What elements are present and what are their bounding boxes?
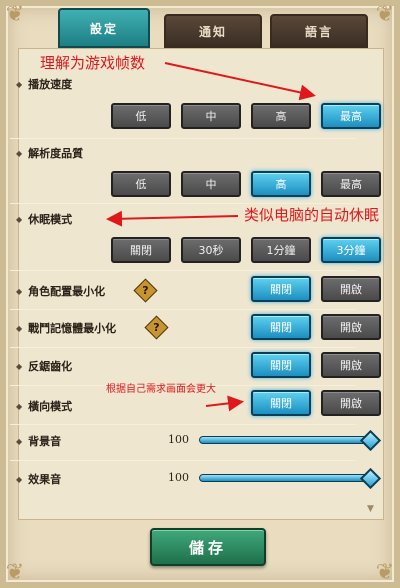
tab-notifications[interactable]: 通知 xyxy=(164,14,262,48)
corner-ornament-icon: ❦ xyxy=(375,2,395,27)
bullet-icon: ◆ xyxy=(16,214,23,224)
anti-aliasing-on-button[interactable]: 開啟 xyxy=(321,352,381,378)
divider xyxy=(10,270,356,271)
character-minimize-off-button[interactable]: 關閉 xyxy=(251,276,311,302)
battle-memory-label: ◆ 戰鬥記憶體最小化 xyxy=(16,320,116,336)
playback-speed-text: 播放速度 xyxy=(28,78,73,91)
sleep-1min-button[interactable]: 1分鐘 xyxy=(251,237,311,263)
bgm-slider-track[interactable] xyxy=(199,436,371,444)
speed-max-button[interactable]: 最高 xyxy=(321,103,381,129)
landscape-mode-label: ◆ 橫向模式 xyxy=(16,398,72,414)
sleep-mode-label: ◆ 休眠模式 xyxy=(16,211,72,227)
bullet-icon: ◆ xyxy=(16,323,23,333)
resolution-max-button[interactable]: 最高 xyxy=(321,171,381,197)
speed-medium-button[interactable]: 中 xyxy=(181,103,241,129)
resolution-label: ◆ 解析度品質 xyxy=(16,145,83,161)
corner-ornament-icon: ❦ xyxy=(375,560,395,585)
sfx-label: ◆ 效果音 xyxy=(16,471,61,487)
bgm-text: 背景音 xyxy=(28,435,62,448)
battle-memory-off-button[interactable]: 關閉 xyxy=(251,314,311,340)
character-minimize-label: ◆ 角色配置最小化 xyxy=(16,283,105,299)
speed-low-button[interactable]: 低 xyxy=(111,103,171,129)
landscape-on-button[interactable]: 開啟 xyxy=(321,390,381,416)
character-minimize-text: 角色配置最小化 xyxy=(28,285,106,298)
bullet-icon: ◆ xyxy=(16,361,23,371)
resolution-medium-button[interactable]: 中 xyxy=(181,171,241,197)
bullet-icon: ◆ xyxy=(16,286,23,296)
sfx-text: 效果音 xyxy=(28,473,62,486)
divider xyxy=(10,309,356,310)
sleep-30s-button[interactable]: 30秒 xyxy=(181,237,241,263)
bgm-value: 100 xyxy=(168,433,189,446)
resolution-text: 解析度品質 xyxy=(28,147,84,160)
sleep-mode-text: 休眠模式 xyxy=(28,213,73,226)
resolution-low-button[interactable]: 低 xyxy=(111,171,171,197)
help-mark: ? xyxy=(153,321,160,334)
annotation-auto-sleep: 类似电脑的自动休眠 xyxy=(244,206,380,224)
anti-aliasing-label: ◆ 反鋸齒化 xyxy=(16,358,72,374)
bgm-label: ◆ 背景音 xyxy=(16,433,61,449)
bullet-icon: ◆ xyxy=(16,148,23,158)
bullet-icon: ◆ xyxy=(16,474,23,484)
annotation-frame-rate: 理解为游戏帧数 xyxy=(40,54,146,72)
playback-speed-label: ◆ 播放速度 xyxy=(16,76,72,92)
divider xyxy=(10,424,356,425)
battle-memory-on-button[interactable]: 開啟 xyxy=(321,314,381,340)
sfx-slider-track[interactable] xyxy=(199,474,371,482)
resolution-high-button[interactable]: 高 xyxy=(251,171,311,197)
corner-ornament-icon: ❦ xyxy=(5,2,25,27)
scroll-down-icon[interactable]: ▼ xyxy=(367,504,374,514)
save-button[interactable]: 儲存 xyxy=(150,528,266,566)
annotation-landscape: 根据自己需求画面会更大 xyxy=(106,384,216,395)
character-minimize-on-button[interactable]: 開啟 xyxy=(321,276,381,302)
sleep-3min-button[interactable]: 3分鐘 xyxy=(321,237,381,263)
tab-settings[interactable]: 設定 xyxy=(58,8,150,48)
divider xyxy=(10,347,356,348)
tab-bar: 設定 通知 語言 xyxy=(52,8,374,50)
anti-aliasing-off-button[interactable]: 關閉 xyxy=(251,352,311,378)
divider xyxy=(10,460,356,461)
landscape-off-button[interactable]: 關閉 xyxy=(251,390,311,416)
battle-memory-text: 戰鬥記憶體最小化 xyxy=(28,322,117,335)
divider xyxy=(10,138,356,139)
bullet-icon: ◆ xyxy=(16,401,23,411)
help-mark: ? xyxy=(142,284,149,297)
tab-language[interactable]: 語言 xyxy=(270,14,368,48)
bullet-icon: ◆ xyxy=(16,79,23,89)
sleep-off-button[interactable]: 關閉 xyxy=(111,237,171,263)
landscape-mode-text: 橫向模式 xyxy=(28,400,73,413)
anti-aliasing-text: 反鋸齒化 xyxy=(28,360,73,373)
corner-ornament-icon: ❦ xyxy=(5,560,25,585)
bullet-icon: ◆ xyxy=(16,436,23,446)
sfx-value: 100 xyxy=(168,471,189,484)
speed-high-button[interactable]: 高 xyxy=(251,103,311,129)
